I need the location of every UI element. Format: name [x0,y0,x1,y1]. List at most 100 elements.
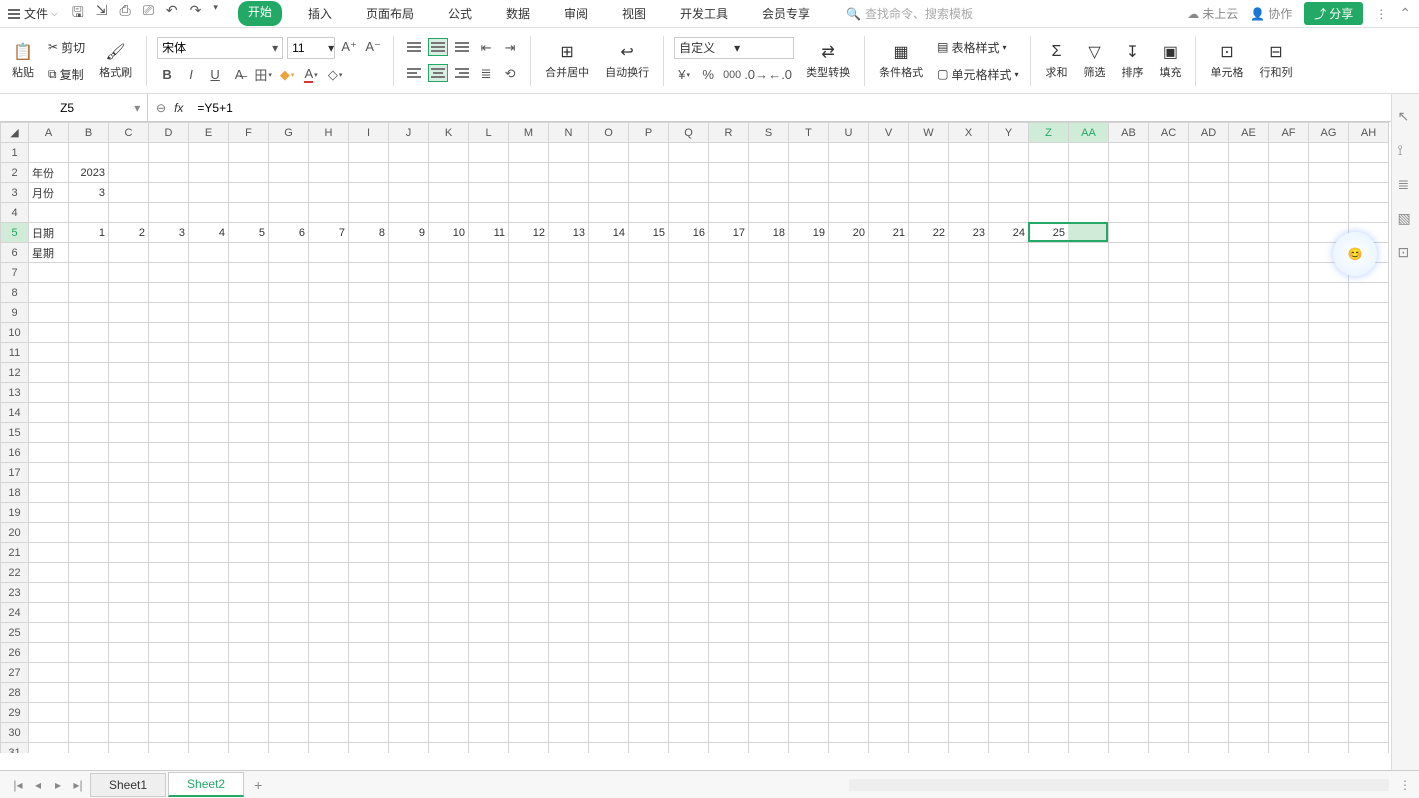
cell-AE11[interactable] [1229,343,1269,363]
cell-V1[interactable] [869,143,909,163]
cell-AE3[interactable] [1229,183,1269,203]
cell-M26[interactable] [509,643,549,663]
cell-L8[interactable] [469,283,509,303]
cell-E31[interactable] [189,743,229,754]
cell-M17[interactable] [509,463,549,483]
cell-G27[interactable] [269,663,309,683]
cell-N9[interactable] [549,303,589,323]
cell-D29[interactable] [149,703,189,723]
cell-T9[interactable] [789,303,829,323]
cell-Q23[interactable] [669,583,709,603]
cell-AG3[interactable] [1309,183,1349,203]
cell-AC13[interactable] [1149,383,1189,403]
cell-U19[interactable] [829,503,869,523]
col-header-U[interactable]: U [829,123,869,143]
cell-AC10[interactable] [1149,323,1189,343]
cell-AE21[interactable] [1229,543,1269,563]
cell-X10[interactable] [949,323,989,343]
cell-I13[interactable] [349,383,389,403]
col-header-AB[interactable]: AB [1109,123,1149,143]
cell-S19[interactable] [749,503,789,523]
cell-B20[interactable] [69,523,109,543]
cell-AD17[interactable] [1189,463,1229,483]
format-painter-button[interactable]: 🖌 格式刷 [95,40,136,82]
cell-H5[interactable]: 7 [309,223,349,243]
cell-D30[interactable] [149,723,189,743]
share-button[interactable]: ⤴分享 [1304,2,1363,25]
cell-E7[interactable] [189,263,229,283]
cell-B17[interactable] [69,463,109,483]
cell-AG22[interactable] [1309,563,1349,583]
cell-O23[interactable] [589,583,629,603]
cell-G6[interactable] [269,243,309,263]
cell-K3[interactable] [429,183,469,203]
cell-A6[interactable]: 星期 [29,243,69,263]
cell-AC8[interactable] [1149,283,1189,303]
cell-V25[interactable] [869,623,909,643]
cell-U17[interactable] [829,463,869,483]
chevron-down-icon[interactable]: ▾ [328,41,334,55]
cell-B5[interactable]: 1 [69,223,109,243]
row-header-1[interactable]: 1 [1,143,29,163]
cell-AD31[interactable] [1189,743,1229,754]
cell-J25[interactable] [389,623,429,643]
cell-AG18[interactable] [1309,483,1349,503]
cell-A12[interactable] [29,363,69,383]
row-header-31[interactable]: 31 [1,743,29,754]
cell-AC2[interactable] [1149,163,1189,183]
cell-N3[interactable] [549,183,589,203]
row-header-21[interactable]: 21 [1,543,29,563]
cell-T5[interactable]: 19 [789,223,829,243]
cell-F7[interactable] [229,263,269,283]
cell-F14[interactable] [229,403,269,423]
cell-U1[interactable] [829,143,869,163]
cell-O7[interactable] [589,263,629,283]
cell-E5[interactable]: 4 [189,223,229,243]
cell-V8[interactable] [869,283,909,303]
cell-C1[interactable] [109,143,149,163]
cell-C18[interactable] [109,483,149,503]
row-header-10[interactable]: 10 [1,323,29,343]
cell-AB29[interactable] [1109,703,1149,723]
cell-V18[interactable] [869,483,909,503]
cell-K8[interactable] [429,283,469,303]
cell-AH9[interactable] [1349,303,1389,323]
cell-W19[interactable] [909,503,949,523]
row-header-2[interactable]: 2 [1,163,29,183]
col-header-W[interactable]: W [909,123,949,143]
row-header-7[interactable]: 7 [1,263,29,283]
cell-F22[interactable] [229,563,269,583]
table-style-button[interactable]: ▤表格样式▾ [935,37,1020,58]
cell-U7[interactable] [829,263,869,283]
cell-N15[interactable] [549,423,589,443]
cell-C27[interactable] [109,663,149,683]
cell-B16[interactable] [69,443,109,463]
row-header-14[interactable]: 14 [1,403,29,423]
cell-R23[interactable] [709,583,749,603]
cell-AA16[interactable] [1069,443,1109,463]
cell-AG31[interactable] [1309,743,1349,754]
cell-H2[interactable] [309,163,349,183]
cell-Z7[interactable] [1029,263,1069,283]
cell-C9[interactable] [109,303,149,323]
cell-O12[interactable] [589,363,629,383]
cell-S29[interactable] [749,703,789,723]
cell-J17[interactable] [389,463,429,483]
cell-W14[interactable] [909,403,949,423]
cell-V7[interactable] [869,263,909,283]
cell-U22[interactable] [829,563,869,583]
cell-Y7[interactable] [989,263,1029,283]
cell-AH25[interactable] [1349,623,1389,643]
cell-E28[interactable] [189,683,229,703]
cell-H3[interactable] [309,183,349,203]
cell-AA25[interactable] [1069,623,1109,643]
cell-B30[interactable] [69,723,109,743]
cell-J5[interactable]: 9 [389,223,429,243]
col-header-N[interactable]: N [549,123,589,143]
cell-H31[interactable] [309,743,349,754]
cell-F26[interactable] [229,643,269,663]
cell-AG14[interactable] [1309,403,1349,423]
cell-Q8[interactable] [669,283,709,303]
cell-P5[interactable]: 15 [629,223,669,243]
cell-T31[interactable] [789,743,829,754]
